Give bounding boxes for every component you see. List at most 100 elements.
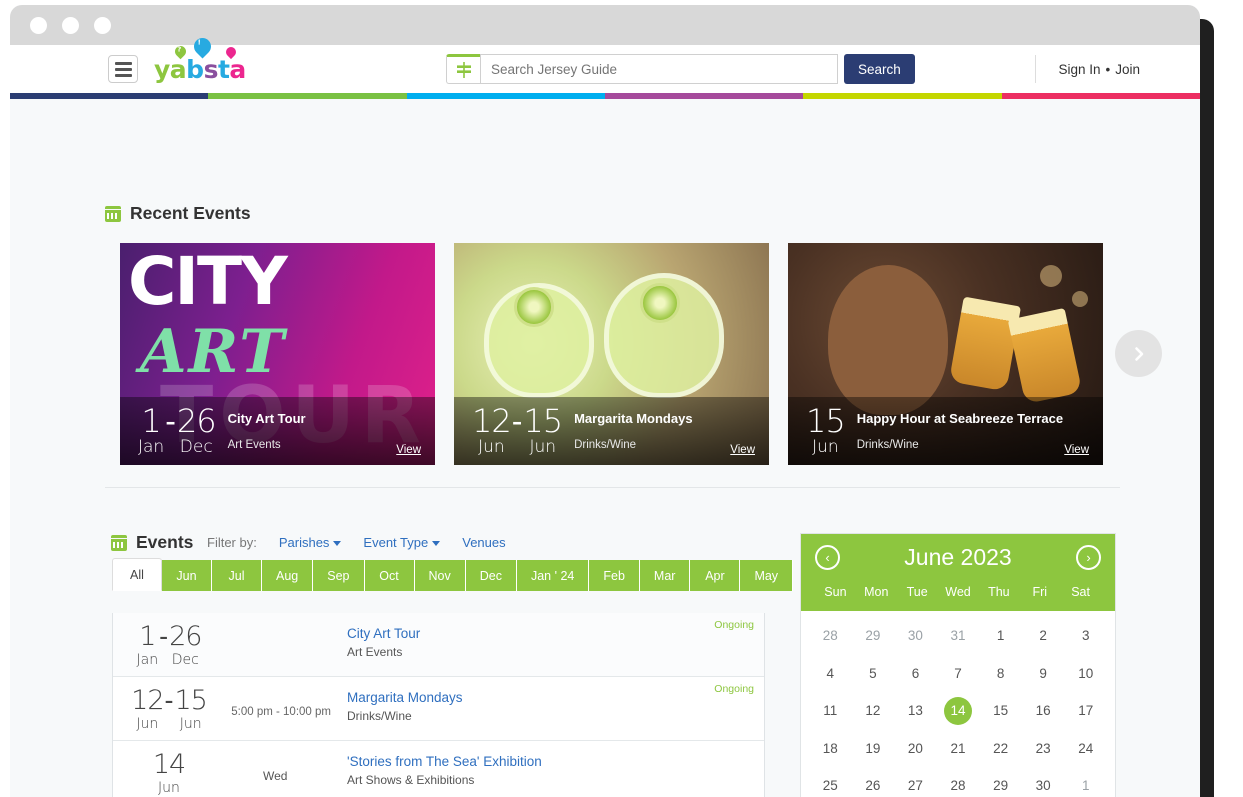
calendar-day[interactable]: 6 [894, 655, 937, 693]
calendar-dow-thu: Thu [978, 585, 1019, 599]
card-photo-person [828, 265, 948, 415]
search-button[interactable]: Search [844, 54, 915, 84]
calendar-day[interactable]: 10 [1064, 655, 1107, 693]
card-title: City Art Tour [228, 411, 421, 426]
table-row[interactable]: 12 Jun - 15 Jun 5:00 pm - 10:00 pm Marga… [113, 677, 764, 741]
window-minimize-button[interactable] [62, 17, 79, 34]
month-tab-mar[interactable]: Mar [640, 560, 691, 591]
filter-venues[interactable]: Venues [462, 535, 505, 550]
calendar-day[interactable]: 23 [1022, 730, 1065, 768]
calendar-day[interactable]: 24 [1064, 730, 1107, 768]
card-title: Margarita Mondays [574, 411, 755, 426]
calendar-day[interactable]: 17 [1064, 692, 1107, 730]
calendar-dow-mon: Mon [856, 585, 897, 599]
calendar-day[interactable]: 20 [894, 730, 937, 768]
calendar-day[interactable]: 28 [809, 617, 852, 655]
month-tab-sep[interactable]: Sep [313, 560, 364, 591]
row-category: Art Shows & Exhibitions [347, 773, 764, 787]
event-card[interactable]: TOUR CITY ART 1 Jan - 26 Dec [120, 243, 435, 465]
join-link[interactable]: Join [1115, 62, 1140, 77]
month-tab-jun[interactable]: Jun [162, 560, 212, 591]
row-title-link[interactable]: Margarita Mondays [347, 690, 764, 705]
month-tab-dec[interactable]: Dec [466, 560, 517, 591]
card-photo-bokeh [1040, 265, 1062, 287]
month-tab-oct[interactable]: Oct [365, 560, 415, 591]
card-view-link[interactable]: View [1064, 444, 1089, 456]
calendar-day[interactable]: 25 [809, 767, 852, 797]
search-input[interactable] [480, 54, 838, 84]
window-close-button[interactable] [30, 17, 47, 34]
calendar-day[interactable]: 19 [852, 730, 895, 768]
calendar-day[interactable]: 18 [809, 730, 852, 768]
recent-events-title: Recent Events [130, 203, 251, 224]
card-overlay: 15 Jun Happy Hour at Seabreeze Terrace D… [788, 397, 1103, 465]
calendar-day[interactable]: 9 [1022, 655, 1065, 693]
logo-letter-2: a [170, 55, 186, 84]
calendar-day[interactable]: 30 [1022, 767, 1065, 797]
calendar-icon [105, 206, 121, 222]
filter-parishes[interactable]: Parishes [279, 535, 342, 550]
calendar-day[interactable]: 11 [809, 692, 852, 730]
row-date-separator: - [164, 687, 175, 714]
calendar-prev-icon[interactable]: ‹ [815, 545, 840, 570]
card-art-text-1: CITY [128, 251, 286, 314]
calendar-day[interactable]: 26 [852, 767, 895, 797]
card-view-link[interactable]: View [730, 444, 755, 456]
calendar-day[interactable]: 5 [852, 655, 895, 693]
calendar-day[interactable]: 1 [1064, 767, 1107, 797]
event-card[interactable]: 12 Jun - 15 Jun Margarita Mondays Drinks… [454, 243, 769, 465]
calendar-day[interactable]: 16 [1022, 692, 1065, 730]
card-title: Happy Hour at Seabreeze Terrace [857, 411, 1089, 426]
calendar-day[interactable]: 4 [809, 655, 852, 693]
month-tab-may[interactable]: May [740, 560, 793, 591]
row-start-day: 12 [131, 687, 163, 714]
calendar-day[interactable]: 7 [937, 655, 980, 693]
month-tab-jul[interactable]: Jul [212, 560, 262, 591]
calendar-day[interactable]: 1 [979, 617, 1022, 655]
event-card[interactable]: 15 Jun Happy Hour at Seabreeze Terrace D… [788, 243, 1103, 465]
calendar-header: ‹ June 2023 › Sun Mon Tue Wed Thu Fri Sa… [801, 534, 1115, 611]
calendar-day[interactable]: 15 [979, 692, 1022, 730]
calendar-day[interactable]: 21 [937, 730, 980, 768]
calendar-day[interactable]: 2 [1022, 617, 1065, 655]
calendar-week-row: 18192021222324 [809, 730, 1107, 768]
card-view-link[interactable]: View [396, 444, 421, 456]
row-title-link[interactable]: 'Stories from The Sea' Exhibition [347, 754, 764, 769]
calendar-day[interactable]: 29 [979, 767, 1022, 797]
calendar-day-today[interactable]: 14 [937, 692, 980, 730]
month-tab-apr[interactable]: Apr [690, 560, 740, 591]
calendar-day[interactable]: 12 [852, 692, 895, 730]
card-date-separator: - [511, 405, 524, 437]
month-tab-aug[interactable]: Aug [262, 560, 313, 591]
card-start-day: 1 [138, 405, 164, 437]
calendar-day[interactable]: 13 [894, 692, 937, 730]
table-row[interactable]: 1 Jan - 26 Dec City Art Tour Art Events … [113, 613, 764, 677]
filter-event-type[interactable]: Event Type [363, 535, 440, 550]
month-tab-all[interactable]: All [112, 558, 162, 591]
calendar-day[interactable]: 27 [894, 767, 937, 797]
sign-in-link[interactable]: Sign In [1058, 62, 1100, 77]
row-title-link[interactable]: City Art Tour [347, 626, 764, 641]
calendar-day[interactable]: 30 [894, 617, 937, 655]
calendar-day[interactable]: 3 [1064, 617, 1107, 655]
yabsta-logo[interactable]: ? ! yabsta [154, 57, 246, 82]
calendar-day[interactable]: 31 [937, 617, 980, 655]
carousel-next-icon[interactable] [1115, 330, 1162, 377]
table-row[interactable]: 14 Jun Wed 'Stories from The Sea' Exhibi… [113, 741, 764, 797]
calendar-day[interactable]: 29 [852, 617, 895, 655]
card-start-month: Jun [472, 439, 511, 456]
month-tab-nov[interactable]: Nov [415, 560, 466, 591]
row-info: City Art Tour Art Events [331, 623, 764, 659]
calendar-day[interactable]: 8 [979, 655, 1022, 693]
calendar-day[interactable]: 22 [979, 730, 1022, 768]
calendar-dow-sun: Sun [815, 585, 856, 599]
window-maximize-button[interactable] [94, 17, 111, 34]
month-tab-feb[interactable]: Feb [589, 560, 640, 591]
month-tab-jan24[interactable]: Jan ' 24 [517, 560, 589, 591]
calendar-week-row: 11121314151617 [809, 692, 1107, 730]
card-end-month: Jun [523, 439, 562, 456]
window-titlebar [10, 5, 1200, 45]
calendar-day[interactable]: 28 [937, 767, 980, 797]
hamburger-menu-icon[interactable] [108, 55, 138, 83]
calendar-next-icon[interactable]: › [1076, 545, 1101, 570]
